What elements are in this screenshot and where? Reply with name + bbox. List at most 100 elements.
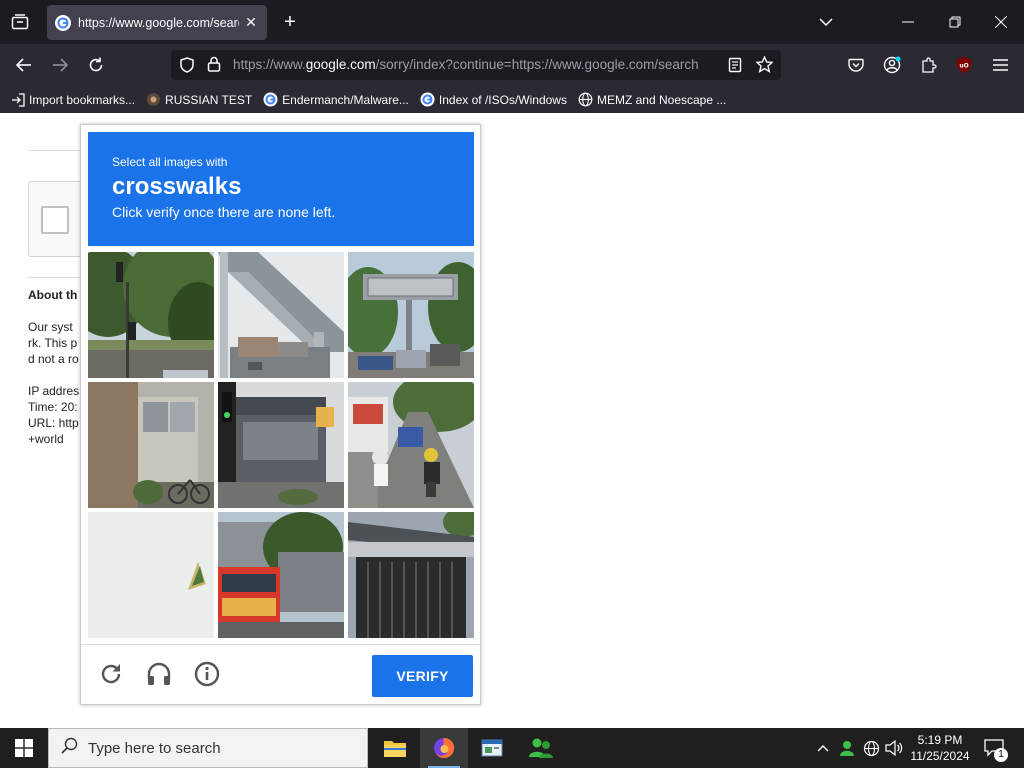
network-globe-icon[interactable] xyxy=(860,728,882,768)
recaptcha-checkbox[interactable] xyxy=(41,206,69,234)
ublock-origin-icon[interactable]: uO xyxy=(950,52,978,78)
bookmarks-toolbar: Import bookmarks... RUSSIAN TEST Enderma… xyxy=(0,86,1024,113)
start-button[interactable] xyxy=(0,728,48,768)
firefox-icon xyxy=(434,737,455,758)
time-line: Time: 20: xyxy=(28,400,78,414)
captcha-instruction: Select all images with xyxy=(112,155,228,169)
search-placeholder: Type here to search xyxy=(88,739,221,757)
captcha-tile[interactable] xyxy=(218,252,344,378)
hamburger-menu-icon[interactable] xyxy=(986,52,1014,78)
verify-button[interactable]: VERIFY xyxy=(372,655,473,697)
taskbar-firefox[interactable] xyxy=(420,728,468,768)
bookmark-index-isos[interactable]: Index of /ISOs/Windows xyxy=(420,92,567,107)
taskbar-people-app[interactable] xyxy=(517,728,565,768)
reload-icon[interactable] xyxy=(82,52,110,78)
google-favicon-icon xyxy=(263,92,278,107)
list-all-tabs-chevron-icon[interactable] xyxy=(816,12,836,32)
captcha-tile[interactable] xyxy=(218,382,344,508)
captcha-tile[interactable] xyxy=(348,382,474,508)
taskbar: Type here to search 5:19 PM 11/25/2024 1 xyxy=(0,728,1024,768)
tab-bar: https://www.google.com/searc ✕ + xyxy=(0,0,1024,44)
import-icon xyxy=(10,92,25,107)
url-path: /sorry/index?continue=https://www.google… xyxy=(375,57,699,72)
bookmark-label: Endermanch/Malware... xyxy=(282,92,409,107)
taskbar-file-explorer[interactable] xyxy=(371,728,419,768)
about-heading: About th xyxy=(28,288,78,302)
notification-count-badge: 1 xyxy=(994,748,1008,762)
extensions-puzzle-icon[interactable] xyxy=(914,52,942,78)
bookmark-label: RUSSIAN TEST xyxy=(165,92,253,107)
captcha-tile[interactable] xyxy=(348,512,474,638)
account-icon[interactable] xyxy=(878,52,906,78)
taskbar-clock[interactable]: 5:19 PM 11/25/2024 xyxy=(904,732,976,764)
clock-date: 11/25/2024 xyxy=(910,749,970,763)
windows-logo-icon xyxy=(15,739,33,757)
bookmark-label: Import bookmarks... xyxy=(29,92,136,107)
body-line: d not a ro xyxy=(28,352,79,366)
bookmark-memz[interactable]: MEMZ and Noescape ... xyxy=(578,92,726,107)
notification-center[interactable]: 1 xyxy=(980,728,1008,768)
captcha-footer: VERIFY xyxy=(81,644,480,704)
captcha-target: crosswalks xyxy=(112,173,242,200)
user-tray-icon[interactable] xyxy=(836,728,858,768)
taskbar-app-window[interactable] xyxy=(468,728,516,768)
app-window-icon xyxy=(481,739,503,757)
captcha-challenge: Select all images with crosswalks Click … xyxy=(80,124,481,705)
captcha-tile[interactable] xyxy=(218,512,344,638)
lock-icon[interactable] xyxy=(207,56,221,77)
audio-challenge-headphones-icon[interactable] xyxy=(145,660,173,688)
tracking-shield-icon[interactable] xyxy=(179,57,195,78)
tab-google[interactable]: https://www.google.com/searc ✕ xyxy=(47,5,267,40)
forward-arrow-icon[interactable] xyxy=(46,52,74,78)
body-line: Our syst xyxy=(28,320,73,334)
captcha-tile[interactable] xyxy=(88,512,214,638)
reload-challenge-icon[interactable] xyxy=(97,660,125,688)
url-domain: google.com xyxy=(305,57,376,72)
minimize-icon[interactable] xyxy=(898,12,918,32)
tab-list-icon[interactable] xyxy=(8,12,32,32)
people-icon xyxy=(529,738,553,758)
close-window-icon[interactable] xyxy=(991,12,1011,32)
url-text[interactable]: https://www.google.com/sorry/index?conti… xyxy=(233,57,721,72)
captcha-image-grid xyxy=(88,252,474,638)
globe-icon xyxy=(578,92,593,107)
folder-icon xyxy=(384,741,406,757)
google-favicon-icon xyxy=(55,14,71,31)
divider xyxy=(28,277,88,278)
show-hidden-icons-chevron-icon[interactable] xyxy=(814,728,832,768)
back-arrow-icon[interactable] xyxy=(10,52,38,78)
new-tab-icon[interactable]: + xyxy=(280,11,300,33)
recaptcha-box xyxy=(28,181,88,257)
info-icon[interactable] xyxy=(193,660,221,688)
volume-speaker-icon[interactable] xyxy=(883,728,905,768)
pocket-icon[interactable] xyxy=(842,52,870,78)
restore-icon[interactable] xyxy=(945,12,965,32)
bookmark-label: MEMZ and Noescape ... xyxy=(596,92,727,107)
bookmark-favicon-icon xyxy=(146,92,161,107)
url-bar[interactable]: https://www.google.com/sorry/index?conti… xyxy=(171,50,781,80)
bookmark-russian-test[interactable]: RUSSIAN TEST xyxy=(146,92,252,107)
captcha-subtext: Click verify once there are none left. xyxy=(112,204,336,220)
body-line: rk. This p xyxy=(28,336,78,350)
bookmark-label: Index of /ISOs/Windows xyxy=(438,92,567,107)
reader-view-icon[interactable] xyxy=(728,57,742,78)
bookmark-import[interactable]: Import bookmarks... xyxy=(10,92,135,107)
captcha-tile[interactable] xyxy=(348,252,474,378)
url-line: URL: http xyxy=(28,416,79,430)
svg-text:uO: uO xyxy=(959,63,968,70)
google-favicon-icon xyxy=(420,92,435,107)
bookmark-endermanch[interactable]: Endermanch/Malware... xyxy=(263,92,409,107)
captcha-tile[interactable] xyxy=(88,252,214,378)
clock-time: 5:19 PM xyxy=(917,733,963,747)
tab-title: https://www.google.com/searc xyxy=(78,15,239,30)
bookmark-star-icon[interactable] xyxy=(755,55,774,78)
world-line: +world xyxy=(28,432,64,446)
captcha-tile[interactable] xyxy=(88,382,214,508)
nav-bar: https://www.google.com/sorry/index?conti… xyxy=(0,44,1024,86)
captcha-header: Select all images with crosswalks Click … xyxy=(88,132,474,246)
taskbar-search-box[interactable]: Type here to search xyxy=(48,728,368,768)
tab-close-icon[interactable]: ✕ xyxy=(243,14,259,31)
browser-chrome: https://www.google.com/searc ✕ + https:/… xyxy=(0,0,1024,113)
divider xyxy=(28,150,88,151)
search-icon xyxy=(61,737,78,759)
